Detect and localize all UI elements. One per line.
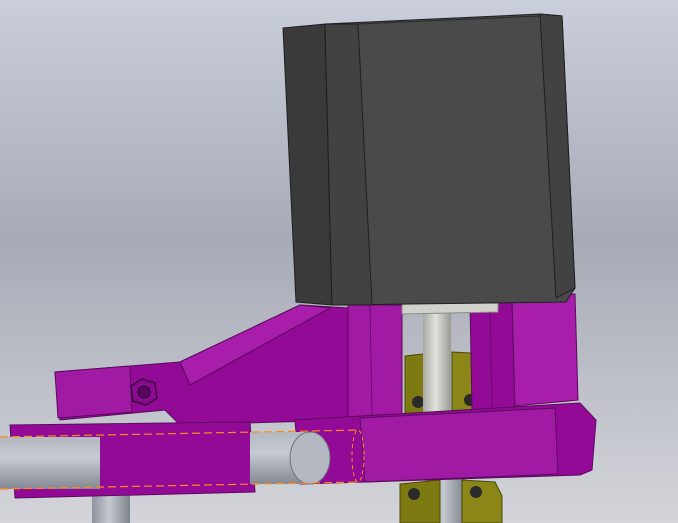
motor-shaft [423,310,451,412]
hex-nut [130,378,158,406]
cad-viewport[interactable] [0,0,678,523]
left-vertical-rod [92,492,130,523]
stepper-motor [282,13,576,306]
